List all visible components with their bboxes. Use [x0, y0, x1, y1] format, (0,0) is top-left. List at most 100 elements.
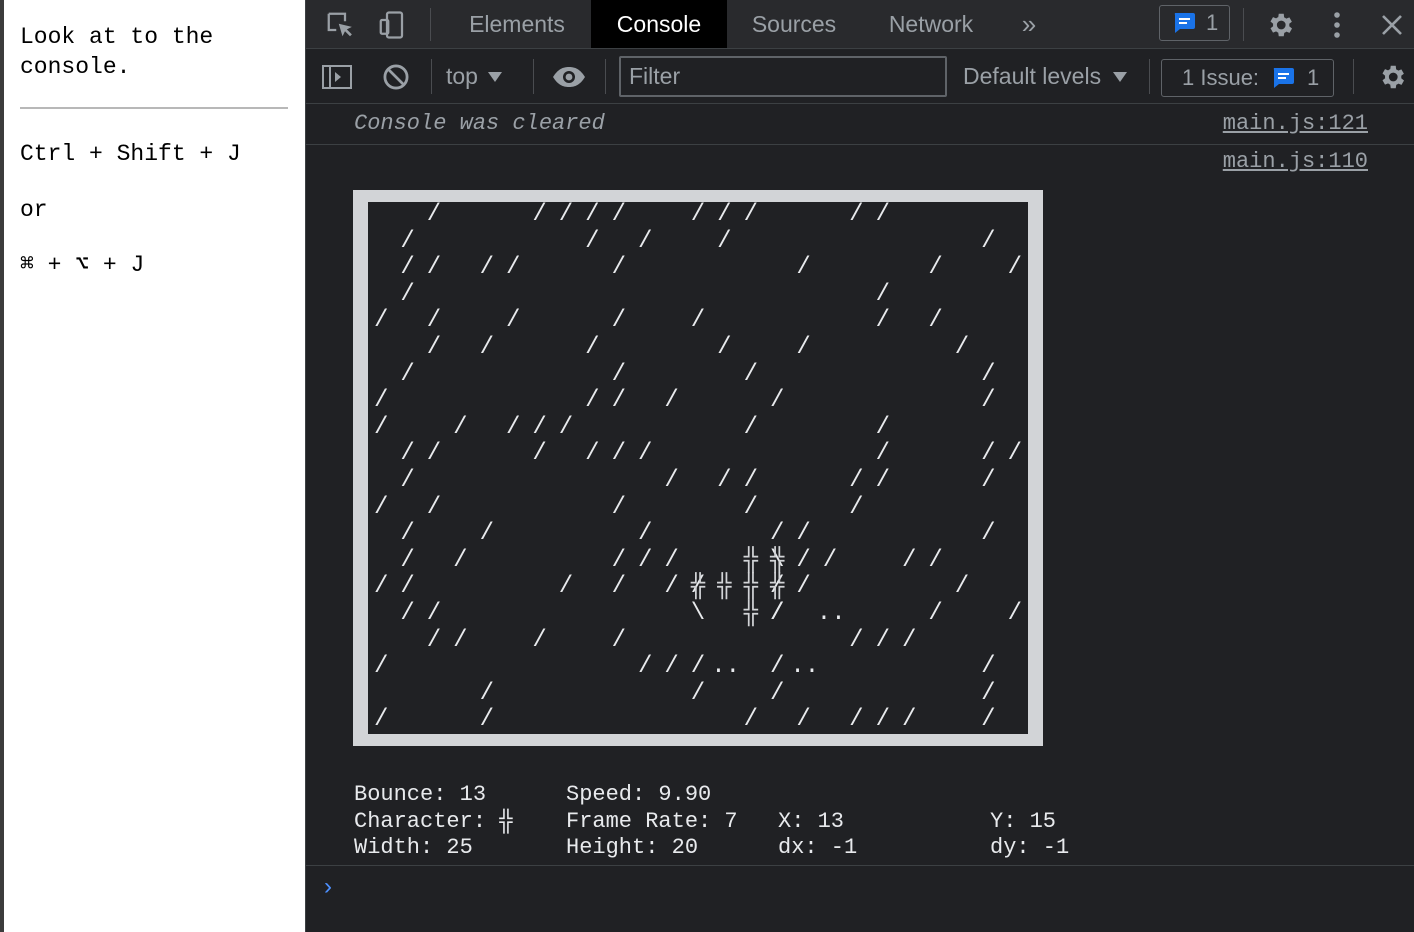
rain-drop: /: [875, 413, 890, 441]
rain-drop: /: [373, 387, 389, 415]
tab-console[interactable]: Console: [591, 0, 727, 48]
shortcut-windows: Ctrl + Shift + J: [20, 141, 241, 167]
splash-dots: ..: [790, 653, 820, 681]
tab-elements[interactable]: Elements: [451, 0, 583, 48]
context-select[interactable]: top: [446, 49, 502, 104]
clear-console-icon[interactable]: [379, 61, 413, 93]
rain-drop: /: [743, 360, 758, 388]
rain-drop: /: [849, 201, 864, 228]
ball-character: ╬: [743, 546, 758, 574]
rain-drop: /: [373, 653, 389, 681]
dropdown-arrow-icon: [1113, 71, 1128, 82]
tab-network[interactable]: Network: [871, 0, 991, 48]
rain-drop: /: [585, 227, 600, 255]
rain-drop: /: [400, 254, 415, 282]
rain-drop: /: [479, 254, 494, 282]
rain-drop: /: [743, 201, 758, 228]
rain-drop: /: [585, 201, 600, 228]
rain-drop: /: [453, 626, 468, 654]
rain-drop: /: [1007, 254, 1022, 282]
rain-drop: /: [479, 520, 494, 548]
rain-drop: /: [400, 227, 415, 255]
messages-badge-button[interactable]: 1: [1159, 5, 1230, 41]
rain-drop: /: [400, 467, 415, 494]
console-message: main.js:110 // / / / / / / / / / / / / / / / / / / / / / / / / / /…: [306, 145, 1414, 866]
log-levels-value: Default levels: [963, 63, 1102, 89]
rain-drop: /: [954, 573, 970, 601]
toolbar-divider: [533, 59, 534, 94]
rain-drop: /: [611, 493, 626, 521]
more-options-icon[interactable]: [1322, 7, 1352, 43]
filter-input[interactable]: [619, 56, 947, 97]
rain-drop: /: [664, 387, 679, 415]
rain-drop: /: [796, 546, 811, 574]
console-cleared-text: Console was cleared: [354, 111, 605, 136]
rain-drop: /: [796, 334, 811, 361]
ball-character: ╬: [717, 573, 732, 601]
tab-sources[interactable]: Sources: [736, 0, 852, 48]
rain-drop: /: [849, 493, 864, 521]
console-message: Console was cleared main.js:121: [306, 105, 1414, 145]
toolbar-divider: [1149, 59, 1150, 94]
console-prompt-icon[interactable]: ›: [324, 873, 332, 901]
toolbar-divider: [1353, 59, 1354, 94]
rain-drop: /: [426, 307, 442, 335]
rain-drop: /: [928, 546, 943, 574]
context-select-value: top: [446, 63, 478, 89]
source-link[interactable]: main.js:110: [1223, 149, 1368, 174]
stat-width: Width: 25: [354, 835, 473, 860]
rain-drop: /: [690, 201, 706, 228]
rain-drop: /: [558, 573, 574, 601]
rain-drop: /: [505, 254, 521, 282]
close-icon[interactable]: [1374, 7, 1410, 43]
rain-drop: /: [426, 626, 442, 654]
rain-drop: /: [373, 706, 389, 734]
rain-drop: /: [981, 440, 996, 468]
rain-drop: /: [637, 546, 653, 574]
console-settings-gear-icon[interactable]: [1374, 61, 1410, 93]
rain-drop: /: [400, 546, 415, 574]
issues-count: 1: [1307, 65, 1320, 90]
rain-drop: /: [532, 413, 547, 441]
rain-drop: /: [373, 493, 389, 521]
console-output: Console was cleared main.js:121 main.js:…: [306, 105, 1414, 932]
page-content: Look at to the console. Ctrl + Shift + J…: [0, 0, 305, 932]
rain-drop: /: [400, 280, 415, 308]
rain-drop: /: [426, 600, 442, 627]
more-tabs-icon[interactable]: »: [1011, 0, 1047, 48]
rain-drop: /: [558, 201, 574, 228]
source-link[interactable]: main.js:121: [1223, 111, 1368, 136]
ascii-game-board: / / / / / / / / / / / / / / / / / / / / / / / / / / / / / / / / / / / / / / / /…: [353, 190, 1045, 747]
rain-drop: /: [585, 387, 600, 415]
rain-drop: /: [611, 546, 626, 574]
inspect-element-icon[interactable]: [322, 7, 358, 43]
rain-drop: /: [796, 254, 811, 282]
rain-drop: /: [611, 307, 626, 335]
rain-drop: /: [400, 520, 415, 548]
rain-drop: /: [611, 440, 626, 468]
ball-character: ╬: [743, 573, 758, 601]
stat-frame-rate: Frame Rate: 7: [566, 808, 738, 834]
rain-drop: /: [1007, 440, 1022, 468]
rain-drop: /: [558, 413, 574, 441]
issues-button[interactable]: 1 Issue: 1: [1161, 59, 1334, 97]
toolbar-divider: [431, 59, 432, 94]
horizontal-rule: [20, 107, 288, 109]
rain-drop: /: [1007, 600, 1022, 627]
live-expression-eye-icon[interactable]: [549, 61, 589, 93]
settings-gear-icon[interactable]: [1262, 7, 1298, 43]
rain-drop: /: [981, 387, 996, 415]
rain-drop: /: [505, 413, 521, 441]
log-levels-select[interactable]: Default levels: [963, 49, 1128, 104]
rain-drop: /: [611, 387, 626, 415]
rain-drop: /: [479, 706, 494, 734]
rain-drop: /: [743, 493, 758, 521]
rain-drop: /: [717, 467, 732, 494]
rain-drop: /: [532, 201, 547, 228]
sidebar-toggle-icon[interactable]: [320, 61, 354, 93]
stat-character: Character: ╬: [354, 808, 513, 834]
rain-drop: /: [479, 679, 494, 707]
toolbar-divider: [430, 8, 431, 41]
device-toolbar-icon[interactable]: [374, 7, 410, 43]
rain-drop: /: [532, 440, 547, 468]
